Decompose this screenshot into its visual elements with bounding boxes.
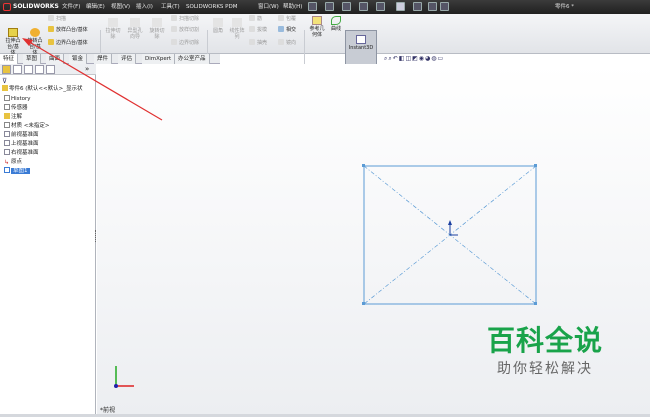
triad-icon: [114, 366, 134, 388]
view-orientation-label: *前视: [100, 407, 116, 414]
watermark-subtitle: 助你轻松解决: [497, 361, 593, 377]
watermark-title: 百科全说: [486, 324, 603, 357]
watermark: 百科全说 助你轻松解决: [460, 323, 630, 395]
annotation-arrow: [22, 38, 163, 121]
sketch-origin-icon: [448, 220, 458, 236]
